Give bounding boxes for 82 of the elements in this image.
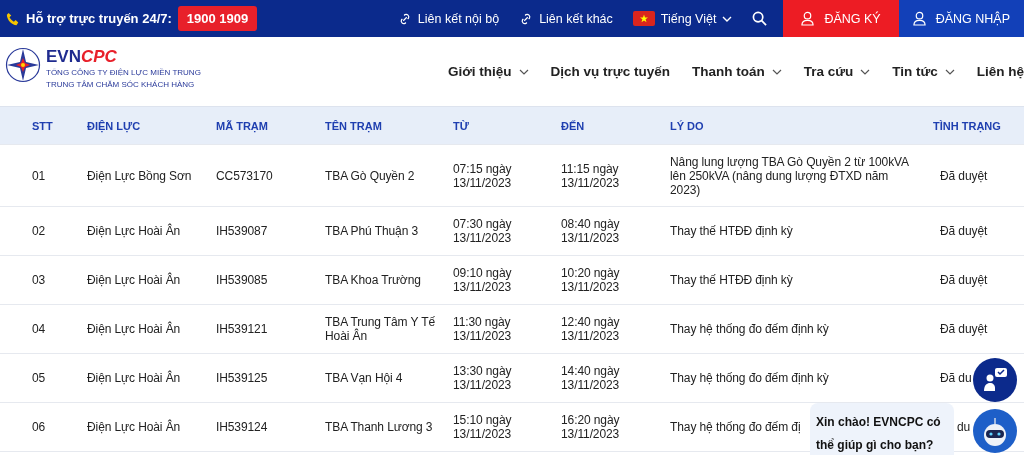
table-cell-text: Thay thế HTĐĐ định kỳ bbox=[670, 273, 794, 287]
table-cell-text: 11:15 ngày 13/11/2023 bbox=[561, 161, 621, 190]
table-cell-text: Điện Lực Hoài Ân bbox=[87, 224, 182, 238]
nav-item[interactable]: Tra cứu bbox=[803, 64, 871, 79]
table-cell-text: Điện Lực Hoài Ân bbox=[87, 322, 182, 336]
table-cell-text: Đã duyệt bbox=[939, 168, 989, 183]
table-cell-text: IH539121 bbox=[216, 322, 269, 336]
column-header: TỪ bbox=[453, 119, 470, 132]
table-cell-text: CC573170 bbox=[216, 168, 274, 183]
table-cell-text: 10:20 ngày 13/11/2023 bbox=[561, 266, 621, 294]
nav-item[interactable]: Dịch vụ trực tuyến bbox=[550, 64, 670, 79]
table-cell-text: 04 bbox=[31, 322, 47, 336]
column-header: TÊN TRẠM bbox=[325, 119, 383, 132]
table-cell-text: 11:30 ngày 13/11/2023 bbox=[453, 315, 513, 343]
logo-subtitle: TỔNG CÔNG TY ĐIỆN LỰC MIỀN TRUNG bbox=[46, 66, 201, 79]
table-cell-text: IH539087 bbox=[216, 224, 269, 238]
table-cell-text: TBA Khoa Trường bbox=[325, 273, 422, 287]
table-cell-text: 08:40 ngày 13/11/2023 bbox=[561, 217, 621, 245]
column-header: LÝ DO bbox=[670, 119, 705, 132]
user-icon bbox=[912, 11, 926, 26]
table-cell-text: Điện Lực Hoài Ân bbox=[87, 273, 182, 287]
table-cell-text: 06 bbox=[31, 420, 47, 434]
chat-bubble: Xin chào! EVNCPC có thể giúp gì cho bạn? bbox=[810, 403, 954, 455]
table-cell-text: Điện Lực Bồng Sơn bbox=[87, 168, 193, 183]
link-item[interactable]: Liên kết nội bộ bbox=[397, 11, 500, 26]
nav-item[interactable]: Liên hệ bbox=[976, 64, 1024, 79]
search-icon[interactable] bbox=[752, 11, 768, 26]
table-cell-text: Điện Lực Hoài Ân bbox=[87, 420, 182, 434]
column-header: ĐẾN bbox=[561, 119, 586, 132]
table-cell-text: Thay thế HTĐĐ định kỳ bbox=[670, 224, 794, 238]
table-cell-text: Đã duyệt bbox=[939, 273, 989, 287]
hotline-label: Hỗ trợ trực truyến 24/7: bbox=[26, 11, 172, 26]
user-icon bbox=[801, 11, 815, 26]
logo-icon bbox=[5, 46, 41, 83]
table-cell-text: 03 bbox=[31, 273, 47, 287]
table-cell-text: 01 bbox=[31, 168, 47, 183]
table-cell-text: 12:40 ngày 13/11/2023 bbox=[561, 315, 621, 343]
table-cell-text: 02 bbox=[31, 224, 47, 238]
table-cell-text: Nâng lung lượng TBA Gò Quyền 2 từ 100kVA lên 250kVA (nâng dung lượng ĐTXD năm 2023) bbox=[670, 154, 910, 197]
table-cell-text: TBA Trung Tâm Y Tế Hoài Ân bbox=[325, 315, 437, 343]
support-chat-button[interactable] bbox=[973, 358, 1017, 402]
table-cell-text: 16:20 ngày 13/11/2023 bbox=[561, 413, 621, 441]
chatbot-button[interactable] bbox=[973, 409, 1017, 453]
table-cell-text: Điện Lực Hoài Ân bbox=[87, 371, 182, 385]
table-cell: du bbox=[957, 420, 971, 434]
table-cell-text: Đã duyệt bbox=[939, 224, 989, 238]
table-cell-text: 13:30 ngày 13/11/2023 bbox=[453, 364, 513, 392]
column-header: MÃ TRẠM bbox=[216, 119, 269, 132]
table-cell-text: Thay hệ thống đo đếm định kỳ bbox=[670, 371, 830, 385]
table-cell-text: TBA Thanh Lương 3 bbox=[325, 420, 434, 434]
nav-item[interactable]: Thanh toán bbox=[691, 64, 782, 79]
table-cell-text: 14:40 ngày 13/11/2023 bbox=[561, 364, 621, 392]
table-cell-text: TBA Gò Quyền 2 bbox=[325, 168, 416, 183]
table-cell-text: IH539125 bbox=[216, 371, 269, 385]
link-item[interactable]: Liên kết khác bbox=[519, 11, 613, 26]
table-cell-text: 15:10 ngày 13/11/2023 bbox=[453, 413, 513, 441]
table-cell-text: TBA Phú Thuận 3 bbox=[325, 224, 419, 238]
language-selector[interactable]: Tiếng Việt bbox=[632, 11, 733, 26]
column-header: ĐIỆN LỰC bbox=[87, 119, 142, 132]
table-cell-text: 05 bbox=[31, 371, 47, 385]
table-cell-text: TBA Vạn Hội 4 bbox=[325, 371, 404, 385]
nav-item[interactable]: Giới thiệu bbox=[448, 64, 529, 79]
table-cell-text: Đã du bbox=[939, 371, 973, 385]
register-button[interactable]: ĐĂNG KÝ bbox=[783, 0, 899, 37]
flag-icon bbox=[632, 11, 655, 26]
logo-brand: EVNCPC bbox=[46, 46, 118, 67]
table-cell-text: 09:10 ngày 13/11/2023 bbox=[453, 266, 513, 294]
column-header: TÌNH TRẠNG bbox=[932, 119, 1002, 132]
table-cell-text: IH539124 bbox=[216, 420, 269, 434]
table-cell-text: IH539085 bbox=[216, 273, 269, 287]
login-button[interactable]: ĐĂNG NHẬP bbox=[898, 0, 1024, 37]
phone-icon bbox=[6, 11, 20, 26]
table-cell-text: Thay hệ thống đo đếm định kỳ bbox=[670, 322, 830, 336]
table-cell-text: 07:30 ngày 13/11/2023 bbox=[453, 217, 513, 245]
table-cell-text: Thay hệ thống đo đếm đị bbox=[670, 420, 802, 434]
column-header: STT bbox=[31, 119, 54, 132]
hotline-number[interactable]: 1900 1909 bbox=[177, 6, 258, 31]
table-cell-text: 07:15 ngày 13/11/2023 bbox=[453, 161, 513, 190]
logo-subtitle: TRUNG TÂM CHĂM SÓC KHÁCH HÀNG bbox=[46, 78, 196, 91]
chevron-icon bbox=[722, 15, 733, 22]
nav-item[interactable]: Tin tức bbox=[892, 64, 955, 79]
table-cell-text: Đã duyệt bbox=[939, 322, 989, 336]
